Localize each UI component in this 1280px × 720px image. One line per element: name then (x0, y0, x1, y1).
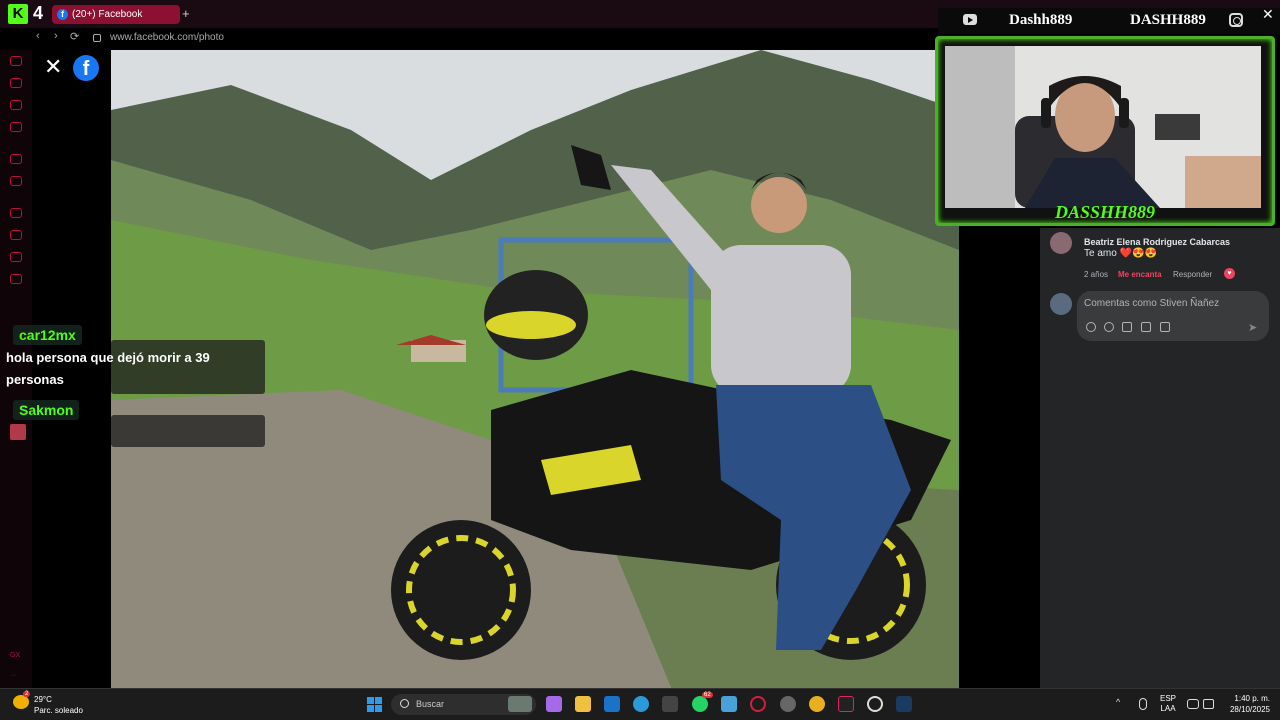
comment-input-placeholder[interactable]: Comentas como Stiven Ñañez (1084, 298, 1219, 309)
copilot-icon[interactable] (546, 696, 562, 712)
outlook-icon[interactable] (604, 696, 620, 712)
youtube-handle: Dashh889 (1009, 12, 1073, 28)
edge-icon[interactable] (633, 696, 649, 712)
chat-username: car12mx (13, 325, 82, 345)
tab-facebook[interactable]: f (20+) Facebook (52, 5, 180, 24)
sticker-icon[interactable] (1160, 322, 1170, 332)
youtube-icon (963, 14, 977, 25)
clock-date: 28/10/2025 (1229, 705, 1270, 714)
volume-icon[interactable] (1203, 699, 1214, 709)
comment-time[interactable]: 2 años (1084, 270, 1108, 279)
search-label[interactable]: Buscar (416, 699, 444, 709)
instagram-handle: DASHH889 (1130, 12, 1206, 28)
chat-message-text: hola persona que dejó morir a 39 persona… (6, 350, 210, 387)
coin-app-icon[interactable] (809, 696, 825, 712)
heart-icon: ♥ (1224, 268, 1235, 279)
kick-logo-icon[interactable]: K (8, 4, 28, 24)
history-icon[interactable] (10, 56, 22, 66)
more-icon[interactable]: ··· (10, 672, 17, 679)
obs-icon[interactable] (780, 696, 796, 712)
tray-chevron-icon[interactable]: ^ (1116, 697, 1120, 707)
reply-button[interactable]: Responder (1173, 270, 1212, 279)
aria-icon[interactable] (10, 154, 22, 164)
media-player-icon[interactable] (867, 696, 883, 712)
clock-icon[interactable] (10, 230, 22, 240)
weather-icon[interactable] (13, 695, 29, 709)
send-icon[interactable]: ➤ (1248, 321, 1257, 334)
reload-button[interactable]: ⟳ (70, 30, 79, 43)
avatar-sticker-icon[interactable] (1086, 322, 1096, 332)
screen: K 4 f (20+) Facebook + ‹ › ⟳ www.faceboo… (0, 0, 1280, 720)
address-bar-row: ‹ › ⟳ www.facebook.com/photo (0, 28, 935, 48)
windows-start-icon[interactable] (367, 697, 382, 712)
back-button[interactable]: ‹ (36, 30, 40, 42)
close-photo-button[interactable]: ✕ (44, 56, 62, 78)
store-icon[interactable] (662, 696, 678, 712)
chat-username: Sakmon (13, 400, 80, 420)
comment-text: Te amo ❤️😍😍 (1084, 248, 1157, 259)
tab-title: (20+) Facebook (72, 9, 143, 20)
language-indicator[interactable]: ESP LAA (1160, 694, 1176, 714)
emoji-icon[interactable] (1104, 322, 1114, 332)
whatsapp-icon[interactable] (692, 696, 708, 712)
player-icon[interactable] (10, 208, 22, 218)
search-highlight-icon (508, 696, 532, 712)
weather-temp: 29°C (34, 695, 52, 704)
love-reaction-button[interactable]: Me encanta (1118, 270, 1162, 279)
system-clock[interactable]: 1:40 p. m. 28/10/2025 (1226, 693, 1270, 715)
opera-gx-icon[interactable] (750, 696, 766, 712)
facebook-favicon-icon: f (57, 9, 68, 20)
instagram-sidebar-icon[interactable] (10, 122, 22, 132)
extensions-icon[interactable] (10, 252, 22, 262)
keyboard-layout: LAA (1160, 704, 1176, 713)
tiktok-icon[interactable] (838, 696, 854, 712)
url-field[interactable]: www.facebook.com/photo (110, 32, 224, 43)
file-explorer-icon[interactable] (575, 696, 591, 712)
lock-icon (93, 34, 101, 42)
notepad-icon[interactable] (721, 696, 737, 712)
chat-message-background (111, 415, 265, 447)
wallet-icon[interactable] (10, 78, 22, 88)
messenger-icon[interactable] (10, 100, 22, 110)
steam-icon[interactable] (896, 696, 912, 712)
webcam-video (945, 46, 1261, 208)
weather-desc: Parc. soleado (34, 706, 83, 715)
instagram-icon (1229, 13, 1243, 27)
streamer-webcam-image (945, 46, 1261, 208)
gif-icon[interactable] (1141, 322, 1151, 332)
user-avatar[interactable] (1050, 293, 1072, 315)
chat-emote-icon (10, 424, 26, 440)
new-tab-button[interactable]: + (182, 6, 190, 21)
webcam-name-label: DASSHH889 (1054, 202, 1156, 222)
search-icon (400, 699, 409, 708)
network-icon[interactable] (1187, 699, 1199, 709)
comment-author[interactable]: Beatriz Elena Rodriguez Cabarcas (1084, 237, 1230, 247)
forward-button[interactable]: › (54, 30, 58, 42)
window-close-icon[interactable]: ✕ (1262, 6, 1274, 23)
gx-label[interactable]: GX (10, 652, 20, 659)
whatsapp-badge: 62 (702, 692, 713, 698)
twitch-icon[interactable] (10, 176, 22, 186)
facebook-icon[interactable]: f (73, 55, 99, 81)
weather-widget[interactable]: 29°C Parc. soleado (34, 694, 83, 716)
microphone-icon[interactable] (1139, 698, 1147, 710)
language-code: ESP (1160, 694, 1177, 703)
clock-time: 1:40 p. m. (1234, 694, 1270, 703)
browser-workspace-number: 4 (33, 3, 44, 23)
settings-icon[interactable] (10, 274, 22, 284)
camera-icon[interactable] (1122, 322, 1132, 332)
commenter-avatar[interactable] (1050, 232, 1072, 254)
